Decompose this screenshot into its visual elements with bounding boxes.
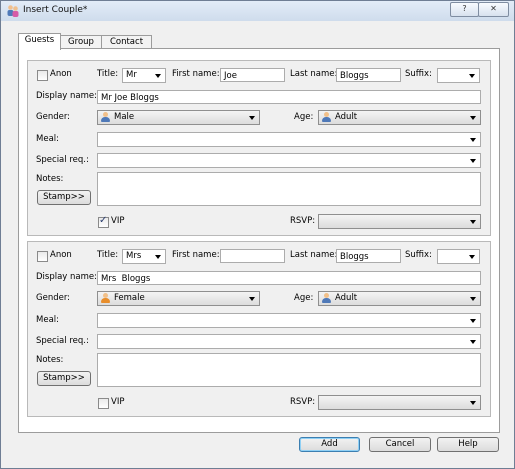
guest-1-suffix-select[interactable]	[437, 68, 480, 83]
guest-2-gender-value: Female	[114, 293, 145, 303]
guest-1-special-req-select[interactable]	[97, 153, 481, 168]
guest-1-stamp-button[interactable]: Stamp>>	[37, 190, 91, 205]
add-button[interactable]: Add	[299, 437, 360, 452]
guest-1-age-select[interactable]: Adult	[318, 110, 481, 125]
guest-2-display-name-input[interactable]: Mrs Bloggs	[97, 271, 481, 285]
guest-1-vip-label: VIP	[111, 216, 125, 226]
guest-2-rsvp-label: RSVP:	[290, 397, 316, 407]
guest-1-notes-label: Notes:	[36, 174, 64, 184]
guest-1-title-value: Mr	[126, 70, 137, 80]
tab-guests[interactable]: Guests	[18, 33, 61, 50]
guest-2-gender-select[interactable]: Female	[97, 291, 260, 306]
chevron-down-icon	[155, 255, 161, 259]
guest-2-anon-checkbox[interactable]	[37, 251, 48, 262]
guest-2-notes-label: Notes:	[36, 355, 64, 365]
chevron-down-icon	[470, 401, 476, 405]
person-icon	[101, 111, 110, 122]
guest-1-gender-value: Male	[114, 112, 135, 122]
guest-1-vip-checkbox[interactable]	[98, 215, 109, 228]
guest-2-group: Anon Title: Mrs First name: Last name: B…	[27, 241, 491, 417]
guest-2-meal-select[interactable]	[97, 313, 481, 328]
guest-1-group: Anon Title: Mr First name: Joe Last name…	[27, 60, 491, 236]
tab-contact[interactable]: Contact	[101, 35, 152, 49]
guest-1-gender-label: Gender:	[36, 112, 71, 122]
guest-2-special-req-select[interactable]	[97, 334, 481, 349]
guest-2-vip-checkbox[interactable]	[98, 398, 109, 409]
guest-1-title-label: Title:	[97, 69, 119, 79]
guest-2-first-name-input[interactable]	[220, 249, 285, 263]
window-title: Insert Couple*	[23, 5, 88, 15]
chevron-down-icon	[470, 138, 476, 142]
guest-2-title-label: Title:	[97, 250, 119, 260]
chevron-down-icon	[470, 116, 476, 120]
title-close-button[interactable]: ✕	[478, 2, 509, 17]
guest-2-title-value: Mrs	[126, 251, 142, 261]
tab-group[interactable]: Group	[60, 35, 102, 49]
chevron-down-icon	[470, 319, 476, 323]
guest-2-anon-label: Anon	[50, 250, 72, 260]
guests-tab-panel: Anon Title: Mr First name: Joe Last name…	[18, 48, 500, 433]
chevron-down-icon	[249, 297, 255, 301]
guest-2-notes-textarea[interactable]	[97, 353, 481, 387]
guest-2-vip-label: VIP	[111, 397, 125, 407]
chevron-down-icon	[470, 297, 476, 301]
title-help-button[interactable]: ?	[450, 2, 479, 17]
insert-couple-dialog: Insert Couple* ? ✕ Guests Group Contact …	[0, 0, 515, 469]
guest-1-last-name-label: Last name:	[290, 69, 338, 79]
guest-1-last-name-input[interactable]: Bloggs	[336, 68, 401, 82]
guest-1-gender-select[interactable]: Male	[97, 110, 260, 125]
guest-1-first-name-label: First name:	[172, 69, 220, 79]
chevron-down-icon	[469, 74, 475, 78]
guest-2-display-name-label: Display name:	[36, 272, 98, 282]
person-icon	[322, 292, 331, 303]
guest-2-stamp-button[interactable]: Stamp>>	[37, 371, 91, 386]
guest-2-rsvp-select[interactable]	[318, 395, 481, 410]
guest-1-display-name-input[interactable]: Mr Joe Bloggs	[97, 90, 481, 104]
guest-2-age-label: Age:	[294, 293, 314, 303]
guest-2-suffix-label: Suffix:	[405, 250, 432, 260]
guest-1-title-select[interactable]: Mr	[122, 68, 166, 83]
guest-2-age-select[interactable]: Adult	[318, 291, 481, 306]
guest-1-suffix-label: Suffix:	[405, 69, 432, 79]
guest-1-age-value: Adult	[335, 112, 358, 122]
chevron-down-icon	[470, 220, 476, 224]
person-icon	[322, 111, 331, 122]
title-bar[interactable]: Insert Couple* ? ✕	[1, 1, 514, 21]
guest-1-meal-select[interactable]	[97, 132, 481, 147]
help-button[interactable]: Help	[437, 437, 499, 452]
guest-1-display-name-label: Display name:	[36, 91, 98, 101]
guest-2-special-req-label: Special req.:	[36, 336, 89, 346]
guest-1-anon-label: Anon	[50, 69, 72, 79]
chevron-down-icon	[155, 74, 161, 78]
guest-2-first-name-label: First name:	[172, 250, 220, 260]
guest-2-last-name-label: Last name:	[290, 250, 338, 260]
guest-1-rsvp-select[interactable]	[318, 214, 481, 229]
guest-2-age-value: Adult	[335, 293, 358, 303]
guest-2-suffix-select[interactable]	[437, 249, 480, 264]
chevron-down-icon	[470, 340, 476, 344]
guest-1-meal-label: Meal:	[36, 134, 59, 144]
guest-1-first-name-input[interactable]: Joe	[220, 68, 285, 82]
person-female-icon	[101, 292, 110, 303]
guest-2-title-select[interactable]: Mrs	[122, 249, 166, 264]
chevron-down-icon	[469, 255, 475, 259]
guest-1-notes-textarea[interactable]	[97, 172, 481, 206]
chevron-down-icon	[470, 159, 476, 163]
guest-1-age-label: Age:	[294, 112, 314, 122]
guest-2-gender-label: Gender:	[36, 293, 71, 303]
guest-1-special-req-label: Special req.:	[36, 155, 89, 165]
guest-1-rsvp-label: RSVP:	[290, 216, 316, 226]
chevron-down-icon	[249, 116, 255, 120]
couple-app-icon	[7, 5, 19, 17]
cancel-button[interactable]: Cancel	[369, 437, 431, 452]
guest-2-meal-label: Meal:	[36, 315, 59, 325]
guest-2-last-name-input[interactable]: Bloggs	[336, 249, 401, 263]
guest-1-anon-checkbox[interactable]	[37, 70, 48, 81]
